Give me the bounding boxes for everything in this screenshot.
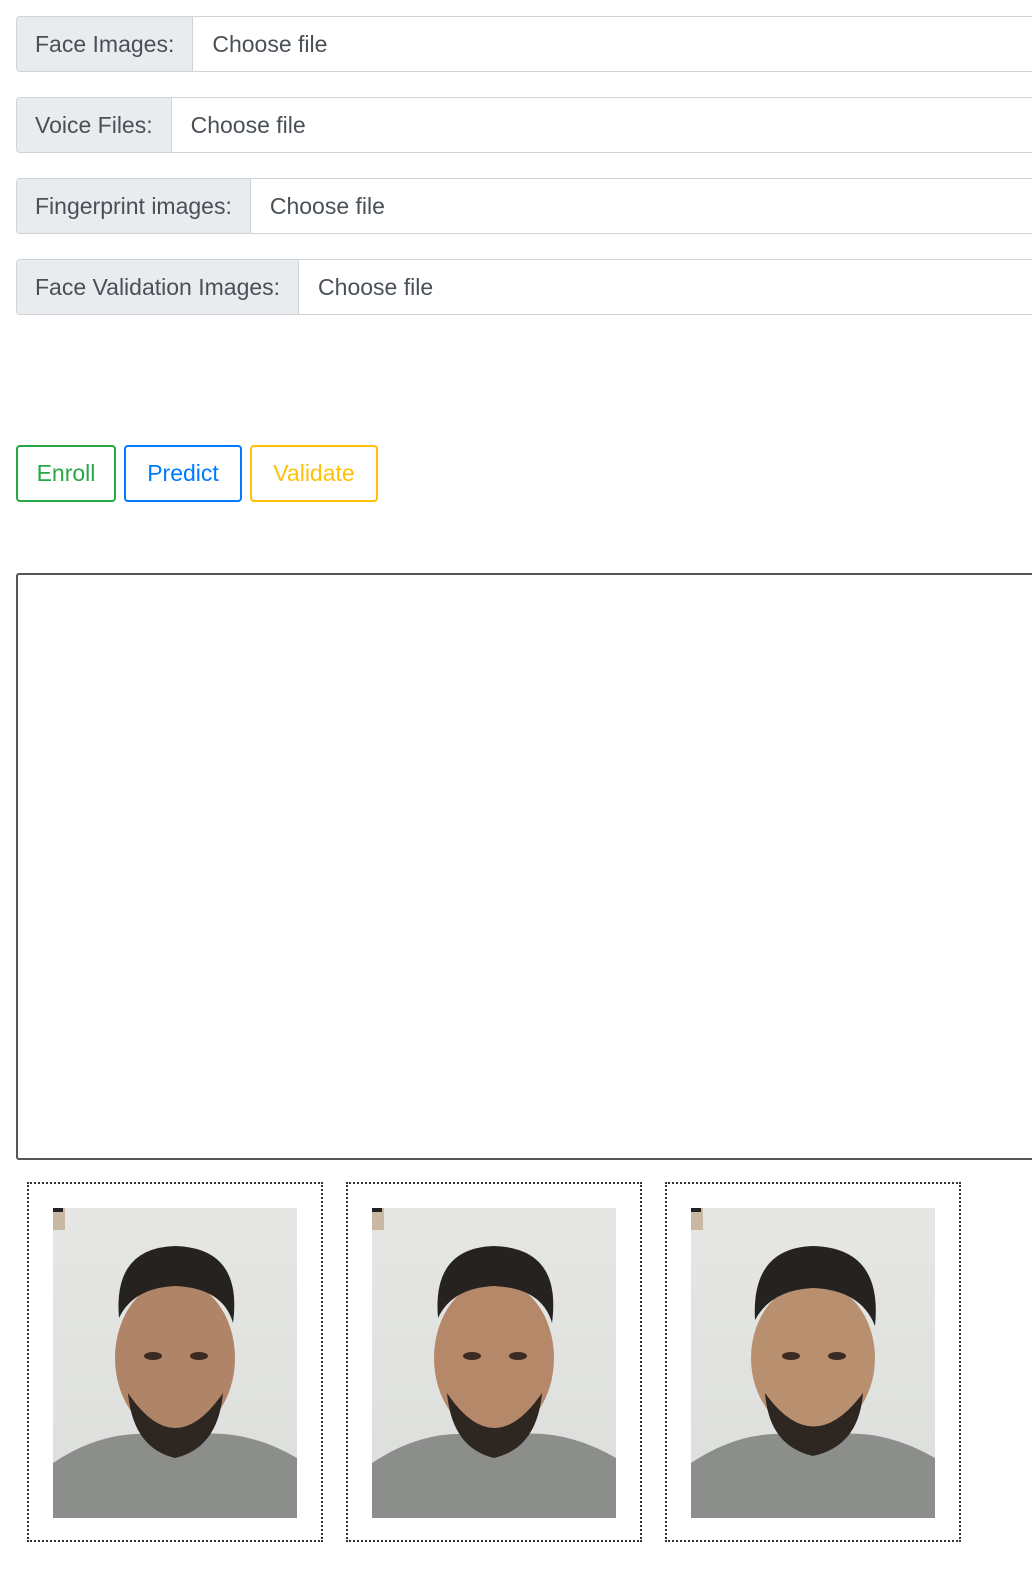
- face-thumbnail-2: [346, 1182, 642, 1542]
- face-thumbnail-3: [665, 1182, 961, 1542]
- face-validation-images-input-group: Face Validation Images: Choose file: [16, 259, 1032, 315]
- voice-files-file-input[interactable]: Choose file: [171, 98, 1032, 152]
- voice-files-label: Voice Files:: [17, 98, 172, 152]
- predict-button[interactable]: Predict: [124, 445, 242, 502]
- fingerprint-images-input-group: Fingerprint images: Choose file: [16, 178, 1032, 234]
- face-photo-2: [372, 1208, 616, 1518]
- face-validation-images-file-input[interactable]: Choose file: [299, 260, 1032, 314]
- fingerprint-images-label: Fingerprint images:: [17, 179, 251, 233]
- face-photo-1: [53, 1208, 297, 1518]
- validate-button[interactable]: Validate: [250, 445, 378, 502]
- fingerprint-images-file-input[interactable]: Choose file: [250, 179, 1032, 233]
- face-images-file-input[interactable]: Choose file: [193, 17, 1032, 71]
- face-thumbnail-1: [27, 1182, 323, 1542]
- face-images-label: Face Images:: [17, 17, 194, 71]
- voice-files-input-group: Voice Files: Choose file: [16, 97, 1032, 153]
- output-area: [16, 573, 1032, 1160]
- face-photo-3: [691, 1208, 935, 1518]
- face-validation-images-label: Face Validation Images:: [17, 260, 300, 314]
- enroll-button[interactable]: Enroll: [16, 445, 116, 502]
- face-images-input-group: Face Images: Choose file: [16, 16, 1032, 72]
